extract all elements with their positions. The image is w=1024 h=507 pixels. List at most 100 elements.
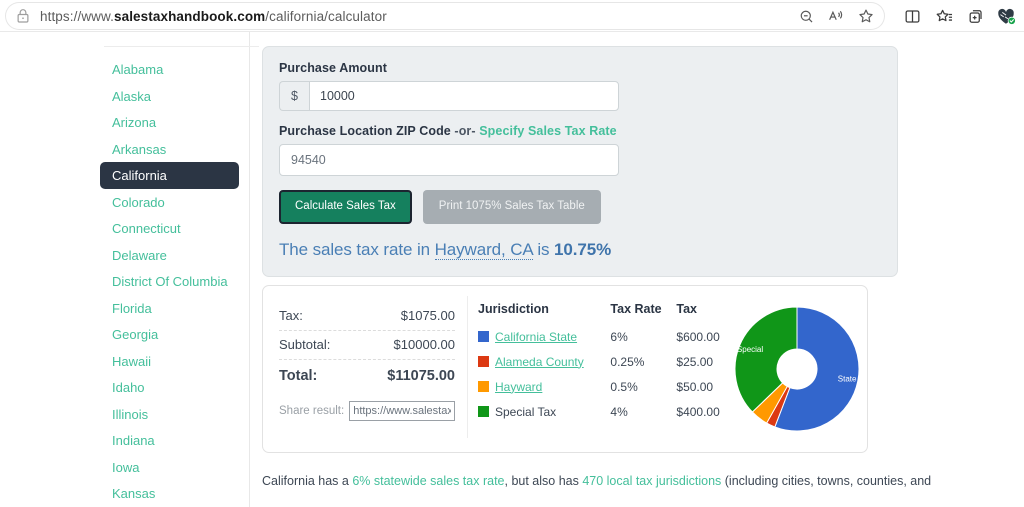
column-tax: Tax bbox=[676, 301, 698, 316]
specify-tax-rate-link[interactable]: Specify Sales Tax Rate bbox=[479, 124, 616, 138]
sidebar-item-indiana[interactable]: Indiana bbox=[101, 428, 238, 453]
totals-value: $10000.00 bbox=[393, 336, 455, 352]
zip-code-label: Purchase Location ZIP Code -or- Specify … bbox=[279, 124, 881, 138]
main-content: Purchase Amount $ Purchase Location ZIP … bbox=[250, 32, 1024, 507]
state-list: Alabama Alaska Arizona Arkansas California Co… bbox=[0, 57, 249, 507]
jurisdiction-cell: Alameda County bbox=[478, 350, 594, 375]
result-rate: 10.75% bbox=[554, 239, 612, 259]
local-jurisdictions-link[interactable]: 470 local tax jurisdictions bbox=[582, 474, 721, 488]
donut-chart-svg: State Special bbox=[734, 305, 860, 431]
statewide-rate-link[interactable]: 6% statewide sales tax rate bbox=[352, 474, 504, 488]
state-description: California has a 6% statewide sales tax … bbox=[262, 473, 1022, 490]
totals-value: $1075.00 bbox=[400, 307, 455, 323]
split-screen-icon[interactable] bbox=[898, 3, 926, 29]
sidebar-item-georgia[interactable]: Georgia bbox=[101, 322, 238, 347]
results-card: Tax: $1075.00 Subtotal: $10000.00 Total: $110… bbox=[262, 284, 868, 453]
jurisdiction-link[interactable]: Hayward bbox=[495, 380, 542, 394]
favorite-star-icon[interactable] bbox=[852, 3, 880, 29]
share-result-input[interactable] bbox=[349, 400, 455, 421]
sidebar-item-california[interactable]: California bbox=[101, 163, 238, 188]
collections-icon[interactable] bbox=[930, 3, 958, 29]
tax-amount-cell: $400.00 bbox=[676, 404, 720, 419]
desc-text-3: (including cities, towns, counties, and bbox=[721, 474, 932, 488]
tax-amount-cell: $50.00 bbox=[676, 379, 714, 394]
address-bar[interactable]: https://www.salestaxhandbook.com/califor… bbox=[6, 3, 884, 29]
result-prefix: The sales tax rate in bbox=[279, 239, 435, 259]
legend-swatch-icon bbox=[478, 330, 489, 342]
url-prefix: https://www. bbox=[40, 8, 114, 24]
purchase-amount-input[interactable] bbox=[309, 81, 619, 111]
table-row: Hayward 0.5% $50.00 bbox=[478, 375, 725, 400]
pie-slice-label: State bbox=[838, 374, 857, 383]
lock-icon bbox=[14, 7, 32, 25]
sidebar-item-connecticut[interactable]: Connecticut bbox=[101, 216, 238, 241]
tax-breakdown-chart: State Special bbox=[725, 296, 875, 438]
sidebar-item-district-of-columbia[interactable]: District Of Columbia bbox=[101, 269, 238, 294]
legend-swatch-icon bbox=[478, 405, 489, 417]
sidebar-divider bbox=[104, 46, 259, 47]
calculate-sales-tax-button[interactable]: Calculate Sales Tax bbox=[279, 190, 412, 224]
totals-row: Total: $11075.00 bbox=[279, 360, 455, 391]
url-text: https://www.salestaxhandbook.com/califor… bbox=[40, 9, 792, 24]
totals-label: Total: bbox=[279, 367, 318, 384]
jurisdiction-link[interactable]: Alameda County bbox=[495, 355, 584, 369]
result-sentence: The sales tax rate in Hayward, CA is 10.… bbox=[279, 239, 881, 260]
tax-rate-cell: 6% bbox=[610, 329, 628, 344]
totals-row: Tax: $1075.00 bbox=[279, 302, 455, 331]
tax-rate-cell: 0.25% bbox=[610, 354, 645, 369]
sidebar-item-kansas[interactable]: Kansas bbox=[101, 481, 238, 506]
zoom-out-icon[interactable] bbox=[792, 3, 820, 29]
currency-symbol: $ bbox=[279, 81, 309, 111]
url-domain: salestaxhandbook.com bbox=[113, 8, 266, 24]
sidebar-item-arizona[interactable]: Arizona bbox=[101, 110, 238, 135]
jurisdiction-table: Jurisdiction Tax Rate Tax California Sta… bbox=[478, 302, 725, 425]
jurisdiction-cell: Hayward bbox=[478, 375, 594, 400]
sidebar-item-alabama[interactable]: Alabama bbox=[101, 57, 238, 82]
jurisdiction-cell: Special Tax bbox=[478, 400, 594, 425]
add-tab-group-icon[interactable] bbox=[962, 3, 990, 29]
sidebar-item-illinois[interactable]: Illinois bbox=[101, 402, 238, 427]
url-path: /california/calculator bbox=[265, 8, 387, 24]
page-body: Alabama Alaska Arizona Arkansas California Co… bbox=[0, 32, 1024, 507]
sidebar-item-idaho[interactable]: Idaho bbox=[101, 375, 238, 400]
state-sidebar: Alabama Alaska Arizona Arkansas California Co… bbox=[0, 32, 259, 507]
zip-or-text: -or- bbox=[450, 124, 480, 138]
totals-value: $11075.00 bbox=[387, 367, 455, 384]
browser-toolbar: https://www.salestaxhandbook.com/califor… bbox=[0, 0, 1024, 32]
profile-avatar-icon[interactable] bbox=[994, 4, 1018, 28]
zip-code-label-text: Purchase Location ZIP Code bbox=[279, 124, 451, 138]
sidebar-item-colorado[interactable]: Colorado bbox=[101, 190, 238, 215]
sidebar-item-florida[interactable]: Florida bbox=[101, 296, 238, 321]
calculator-panel: Purchase Amount $ Purchase Location ZIP … bbox=[262, 46, 898, 277]
desc-text-1: California has a bbox=[262, 474, 353, 488]
share-result-row: Share result: bbox=[279, 400, 455, 421]
jurisdiction-section: Jurisdiction Tax Rate Tax California Sta… bbox=[468, 296, 725, 438]
totals-row: Subtotal: $10000.00 bbox=[279, 331, 455, 360]
legend-swatch-icon bbox=[478, 380, 489, 392]
result-middle: is bbox=[532, 239, 555, 259]
zip-code-input[interactable] bbox=[279, 144, 619, 176]
table-row: Special Tax 4% $400.00 bbox=[478, 400, 725, 425]
tax-amount-cell: $25.00 bbox=[676, 354, 714, 369]
desc-text-2: , but also has bbox=[504, 474, 583, 488]
print-tax-table-button[interactable]: Print 1075% Sales Tax Table bbox=[422, 190, 601, 224]
tax-rate-cell: 4% bbox=[610, 404, 628, 419]
share-result-label: Share result: bbox=[279, 404, 345, 417]
tax-amount-cell: $600.00 bbox=[676, 329, 720, 344]
purchase-amount-label: Purchase Amount bbox=[279, 61, 388, 75]
sidebar-item-arkansas[interactable]: Arkansas bbox=[101, 137, 238, 162]
sidebar-item-hawaii[interactable]: Hawaii bbox=[101, 349, 238, 374]
calculator-buttons: Calculate Sales Tax Print 1075% Sales Ta… bbox=[279, 190, 881, 224]
totals-section: Tax: $1075.00 Subtotal: $10000.00 Total: $110… bbox=[263, 295, 468, 438]
sidebar-item-delaware[interactable]: Delaware bbox=[101, 243, 238, 268]
jurisdiction-name: Special Tax bbox=[495, 404, 557, 419]
table-row: Alameda County 0.25% $25.00 bbox=[478, 350, 725, 375]
legend-swatch-icon bbox=[478, 355, 489, 367]
jurisdiction-link[interactable]: California State bbox=[495, 330, 577, 344]
result-location: Hayward, CA bbox=[434, 239, 533, 260]
sidebar-item-alaska[interactable]: Alaska bbox=[101, 84, 238, 109]
purchase-amount-group: $ bbox=[279, 81, 619, 111]
sidebar-item-iowa[interactable]: Iowa bbox=[101, 455, 238, 480]
read-aloud-icon[interactable] bbox=[822, 3, 850, 29]
totals-label: Subtotal: bbox=[279, 336, 331, 352]
